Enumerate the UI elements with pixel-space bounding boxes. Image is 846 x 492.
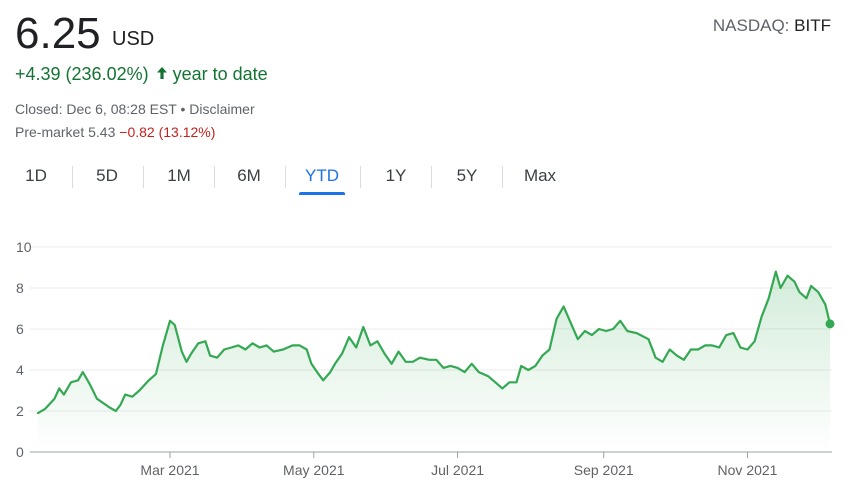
tab-5d[interactable]: 5D <box>84 160 130 192</box>
tab-divider <box>143 166 144 188</box>
tab-6m[interactable]: 6M <box>226 160 272 192</box>
last-price-dot <box>825 319 835 329</box>
closed-info: Closed: Dec 6, 08:28 EST • Disclaimer <box>15 101 255 117</box>
y-tick-label: 8 <box>16 280 24 296</box>
tab-divider <box>431 166 432 188</box>
tab-divider <box>360 166 361 188</box>
premarket-change: −0.82 (13.12%) <box>119 124 216 140</box>
exchange-ticker: NASDAQ: BITF <box>713 16 831 36</box>
tab-max[interactable]: Max <box>514 160 566 192</box>
x-tick-label: Mar 2021 <box>140 462 199 478</box>
y-tick-label: 6 <box>16 321 24 337</box>
tab-5y[interactable]: 5Y <box>444 160 490 192</box>
tab-1y[interactable]: 1Y <box>373 160 419 192</box>
y-tick-label: 2 <box>16 403 24 419</box>
price-area-fill <box>38 271 830 452</box>
price-value: 6.25 <box>15 9 101 58</box>
exchange-label: NASDAQ: <box>712 16 790 35</box>
premarket-label: Pre-market 5.43 <box>15 124 116 140</box>
tab-ytd[interactable]: YTD <box>299 160 345 195</box>
tab-divider <box>502 166 503 188</box>
currency-label: USD <box>112 28 155 50</box>
change-value: +4.39 (236.02%) <box>15 64 149 84</box>
price-chart[interactable]: 0 2 4 6 8 10 Mar 2021 May 2021 Jul 2021 Sep 2021… <box>0 220 846 480</box>
y-axis: 0 2 4 6 8 10 <box>16 239 32 460</box>
x-tick-label: Sep 2021 <box>574 462 634 478</box>
x-tick-label: Jul 2021 <box>431 462 484 478</box>
y-tick-label: 0 <box>16 444 24 460</box>
tab-1m[interactable]: 1M <box>156 160 202 192</box>
tab-1d[interactable]: 1D <box>14 160 58 192</box>
arrow-up-icon <box>156 64 168 85</box>
tab-divider <box>72 166 73 188</box>
x-tick-label: May 2021 <box>283 462 345 478</box>
y-tick-label: 4 <box>16 362 24 378</box>
chart-plot-area <box>36 270 835 452</box>
y-tick-label: 10 <box>16 239 32 255</box>
premarket-info: Pre-market 5.43 −0.82 (13.12%) <box>15 124 215 140</box>
x-axis: Mar 2021 May 2021 Jul 2021 Sep 2021 Nov 2021 <box>140 452 778 478</box>
x-tick-label: Nov 2021 <box>718 462 778 478</box>
ticker-symbol: BITF <box>794 16 831 35</box>
price-change: +4.39 (236.02%) year to date <box>15 64 268 85</box>
change-period: year to date <box>172 64 268 84</box>
tab-divider <box>285 166 286 188</box>
tab-divider <box>214 166 215 188</box>
